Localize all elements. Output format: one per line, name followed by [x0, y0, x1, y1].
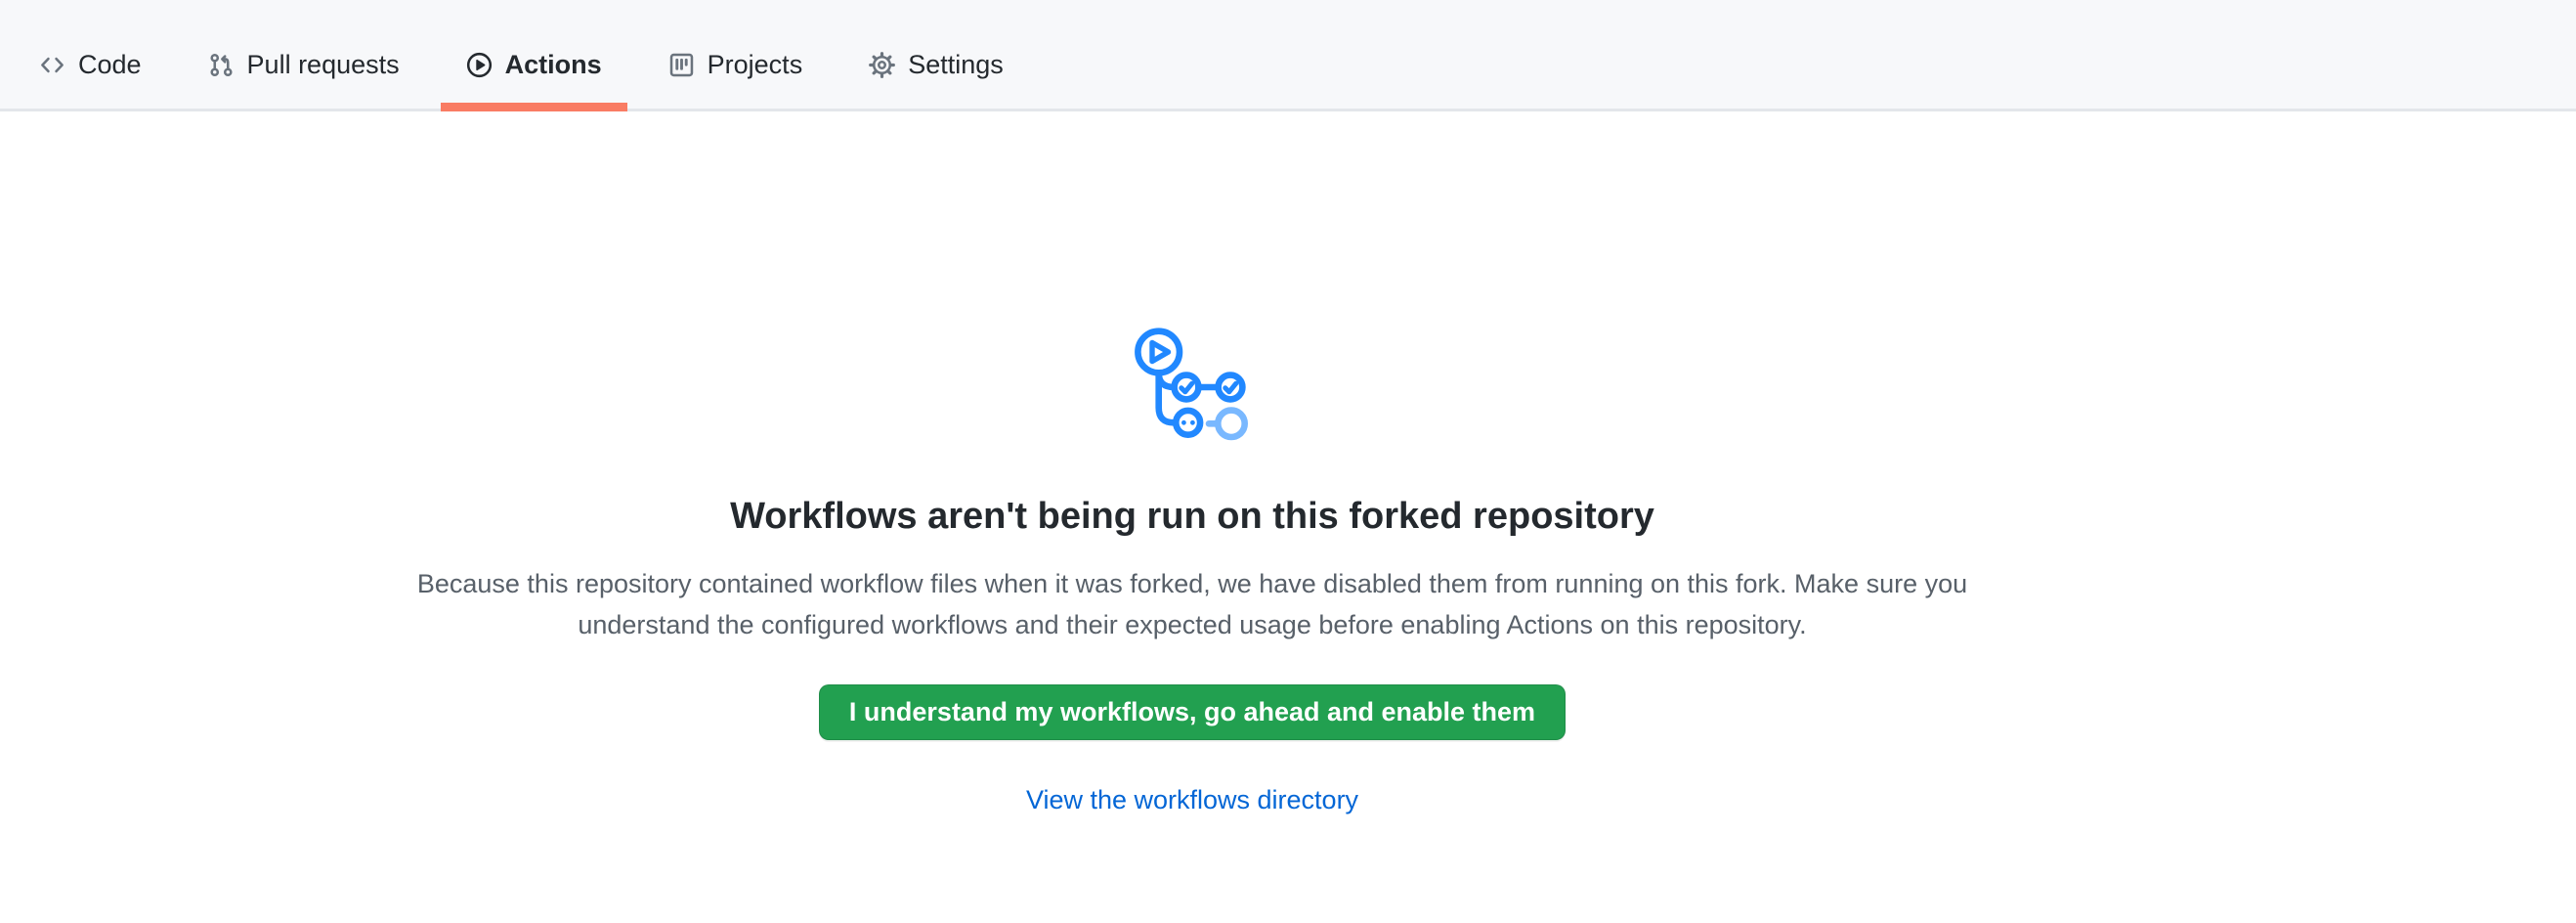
- tab-actions[interactable]: Actions: [441, 0, 627, 109]
- tab-label-projects: Projects: [708, 52, 803, 78]
- tab-projects[interactable]: Projects: [643, 0, 829, 109]
- tab-settings[interactable]: Settings: [843, 0, 1029, 109]
- enable-workflows-button[interactable]: I understand my workflows, go ahead and …: [819, 684, 1566, 740]
- repo-tab-nav: Code Pull requests Actions Projects: [0, 0, 2576, 111]
- gear-icon: [869, 52, 895, 78]
- page-title: Workflows aren't being run on this forke…: [0, 497, 2384, 536]
- tab-label-code: Code: [78, 52, 142, 78]
- git-pull-request-icon: [208, 52, 235, 78]
- tab-code[interactable]: Code: [14, 0, 167, 109]
- tab-label-pull-requests: Pull requests: [247, 52, 400, 78]
- enable-button-row: I understand my workflows, go ahead and …: [0, 645, 2384, 740]
- code-icon: [39, 52, 65, 78]
- tab-pull-requests[interactable]: Pull requests: [183, 0, 425, 109]
- workflows-link-row: View the workflows directory: [0, 764, 2384, 815]
- actions-disabled-blankslate: Workflows aren't being run on this forke…: [0, 325, 2384, 815]
- project-icon: [668, 52, 695, 78]
- view-workflows-directory-link[interactable]: View the workflows directory: [1026, 785, 1358, 815]
- play-icon: [466, 52, 493, 78]
- tab-label-actions: Actions: [505, 52, 602, 78]
- workflow-graph-icon: [1133, 325, 1252, 442]
- blankslate-description: Because this repository contained workfl…: [391, 563, 1994, 645]
- tab-label-settings: Settings: [908, 52, 1004, 78]
